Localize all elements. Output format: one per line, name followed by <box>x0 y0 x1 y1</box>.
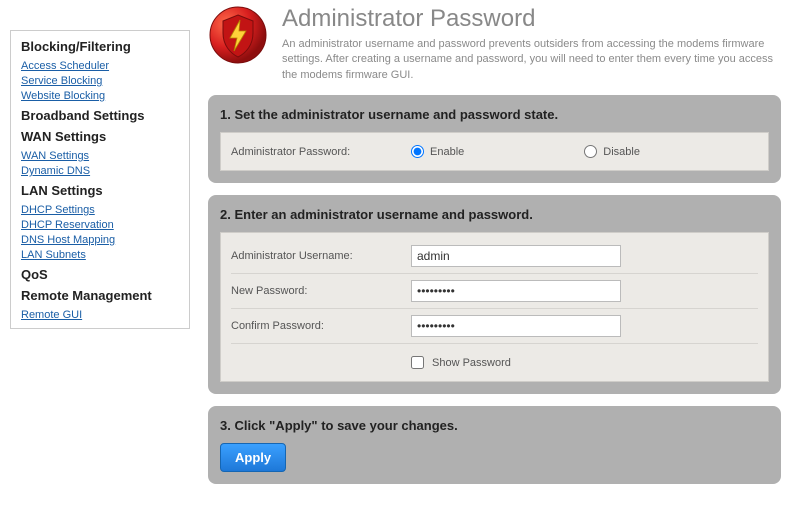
step2-title: 2. Enter an administrator username and p… <box>220 207 769 222</box>
nav-link-service-blocking[interactable]: Service Blocking <box>21 75 179 87</box>
main-content: Administrator Password An administrator … <box>190 0 791 506</box>
nav-link-remote-gui[interactable]: Remote GUI <box>21 309 179 321</box>
nav-heading-wan: WAN Settings <box>21 129 179 144</box>
shield-lightning-icon <box>208 5 268 65</box>
enable-label: Enable <box>430 146 464 158</box>
admin-password-state-label: Administrator Password: <box>231 146 411 158</box>
panel-step1: 1. Set the administrator username and pa… <box>208 95 781 183</box>
nav-link-access-scheduler[interactable]: Access Scheduler <box>21 60 179 72</box>
nav-heading-blocking: Blocking/Filtering <box>21 39 179 54</box>
nav-link-lan-subnets[interactable]: LAN Subnets <box>21 249 179 261</box>
disable-label: Disable <box>603 146 640 158</box>
apply-button[interactable]: Apply <box>220 443 286 472</box>
step3-title: 3. Click "Apply" to save your changes. <box>220 418 769 433</box>
nav-heading-lan: LAN Settings <box>21 183 179 198</box>
nav-link-dhcp-reservation[interactable]: DHCP Reservation <box>21 219 179 231</box>
nav-heading-broadband: Broadband Settings <box>21 108 179 123</box>
page-title: Administrator Password <box>282 5 781 33</box>
nav-link-dhcp-settings[interactable]: DHCP Settings <box>21 204 179 216</box>
show-password-checkbox[interactable] <box>411 356 424 369</box>
disable-radio[interactable] <box>584 145 597 158</box>
nav-link-dynamic-dns[interactable]: Dynamic DNS <box>21 165 179 177</box>
nav-heading-remote: Remote Management <box>21 288 179 303</box>
username-label: Administrator Username: <box>231 250 411 262</box>
panel-step3: 3. Click "Apply" to save your changes. A… <box>208 406 781 484</box>
sidebar: Blocking/Filtering Access Scheduler Serv… <box>0 20 190 506</box>
nav-link-wan-settings[interactable]: WAN Settings <box>21 150 179 162</box>
confirm-password-label: Confirm Password: <box>231 320 411 332</box>
username-input[interactable] <box>411 245 621 267</box>
nav-heading-qos: QoS <box>21 267 179 282</box>
page-description: An administrator username and password p… <box>282 37 781 83</box>
panel-step2: 2. Enter an administrator username and p… <box>208 195 781 394</box>
confirm-password-input[interactable] <box>411 315 621 337</box>
new-password-label: New Password: <box>231 285 411 297</box>
show-password-label: Show Password <box>432 357 511 369</box>
nav-link-dns-host-mapping[interactable]: DNS Host Mapping <box>21 234 179 246</box>
enable-radio[interactable] <box>411 145 424 158</box>
nav-box: Blocking/Filtering Access Scheduler Serv… <box>10 30 190 329</box>
nav-link-website-blocking[interactable]: Website Blocking <box>21 90 179 102</box>
new-password-input[interactable] <box>411 280 621 302</box>
step1-title: 1. Set the administrator username and pa… <box>220 107 769 122</box>
